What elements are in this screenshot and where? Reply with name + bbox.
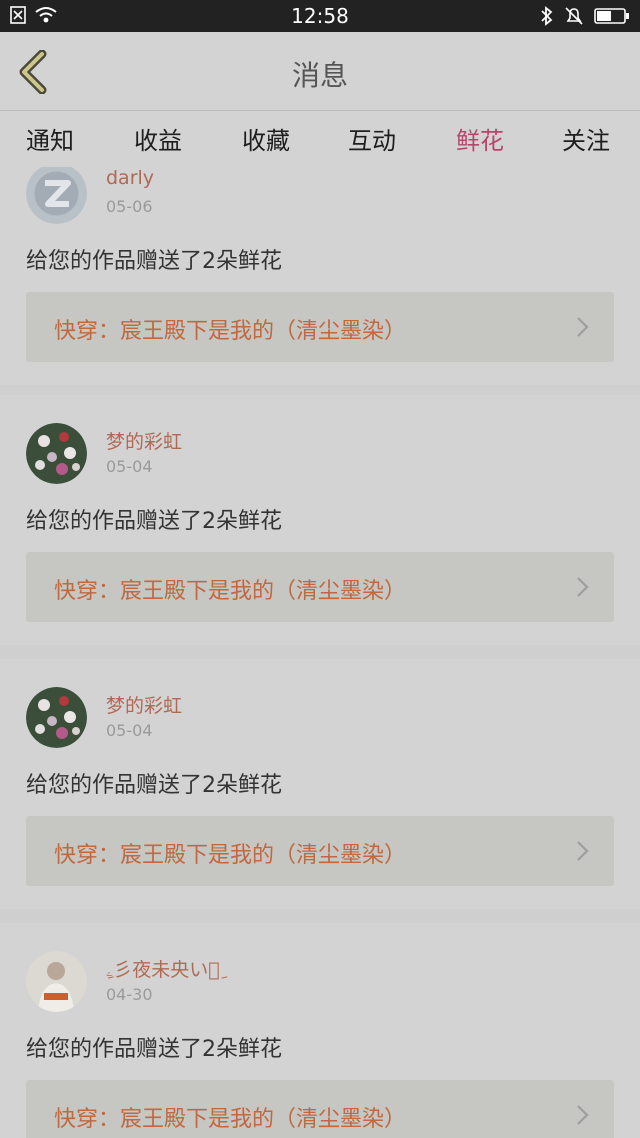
work-link[interactable]: 快穿：宸王殿下是我的（清尘墨染）: [26, 816, 614, 886]
message: 给您的作品赠送了2朵鲜花: [26, 1037, 282, 1062]
tab-earnings[interactable]: 收益: [134, 121, 182, 156]
qq-avatar-icon: [26, 167, 87, 224]
list-item: 梦的彩虹 05-04 给您的作品赠送了2朵鲜花 快穿：宸王殿下是我的（清尘墨染）: [0, 659, 640, 909]
work-title: 快穿：宸王殿下是我的（清尘墨染）: [54, 579, 407, 604]
top-bar: 消息: [0, 32, 640, 111]
tab-interactions[interactable]: 互动: [348, 121, 396, 156]
tab-label: 鲜花: [456, 127, 504, 155]
list-item: darly 05-06 给您的作品赠送了2朵鲜花 快穿：宸王殿下是我的（清尘墨染…: [0, 167, 640, 385]
flowers-avatar: [26, 423, 87, 484]
chevron-right-icon: [577, 1105, 589, 1125]
username[interactable]: 梦的彩虹: [106, 427, 182, 454]
tab-flowers[interactable]: 鲜花: [456, 121, 504, 170]
message: 给您的作品赠送了2朵鲜花: [26, 509, 282, 534]
chevron-right-icon: [577, 317, 589, 337]
tab-label: 收益: [134, 127, 182, 155]
tab-label: 关注: [562, 127, 610, 155]
tab-notifications[interactable]: 通知: [26, 121, 74, 156]
work-title: 快穿：宸王殿下是我的（清尘墨染）: [54, 319, 407, 344]
date: 05-04: [106, 721, 153, 740]
work-link[interactable]: 快穿：宸王殿下是我的（清尘墨染）: [26, 1080, 614, 1138]
tab-bar: 通知 收益 收藏 互动 鲜花 关注: [0, 111, 640, 170]
tab-label: 通知: [26, 127, 74, 155]
flower-feed[interactable]: darly 05-06 给您的作品赠送了2朵鲜花 快穿：宸王殿下是我的（清尘墨染…: [0, 167, 640, 1138]
work-link[interactable]: 快穿：宸王殿下是我的（清尘墨染）: [26, 552, 614, 622]
username[interactable]: 梦的彩虹: [106, 691, 182, 718]
chevron-right-icon: [577, 841, 589, 861]
work-title: 快穿：宸王殿下是我的（清尘墨染）: [54, 843, 407, 868]
battery-icon: [594, 8, 629, 24]
photo-avatar: [26, 951, 87, 1012]
tab-label: 收藏: [242, 127, 290, 155]
tab-following[interactable]: 关注: [562, 121, 610, 156]
chevron-right-icon: [577, 577, 589, 597]
bell-muted-icon: [565, 7, 583, 25]
date: 05-06: [106, 197, 153, 216]
date: 05-04: [106, 457, 153, 476]
username[interactable]: ِۦ彡夜未央い৲ِ: [106, 955, 220, 982]
status-bar: 12:58: [0, 0, 640, 32]
work-link[interactable]: 快穿：宸王殿下是我的（清尘墨染）: [26, 292, 614, 362]
date: 04-30: [106, 985, 153, 1004]
list-item: ِۦ彡夜未央い৲ِ 04-30 给您的作品赠送了2朵鲜花 快穿：宸王殿下是我的（…: [0, 923, 640, 1138]
bluetooth-icon: [541, 6, 553, 26]
tab-label: 互动: [348, 127, 396, 155]
tab-favorites[interactable]: 收藏: [242, 121, 290, 156]
work-title: 快穿：宸王殿下是我的（清尘墨染）: [54, 1107, 407, 1132]
page-title: 消息: [291, 59, 348, 92]
list-item: 梦的彩虹 05-04 给您的作品赠送了2朵鲜花 快穿：宸王殿下是我的（清尘墨染）: [0, 395, 640, 645]
flowers-avatar: [26, 687, 87, 748]
message: 给您的作品赠送了2朵鲜花: [26, 773, 282, 798]
username[interactable]: darly: [106, 167, 154, 189]
message: 给您的作品赠送了2朵鲜花: [26, 249, 282, 274]
